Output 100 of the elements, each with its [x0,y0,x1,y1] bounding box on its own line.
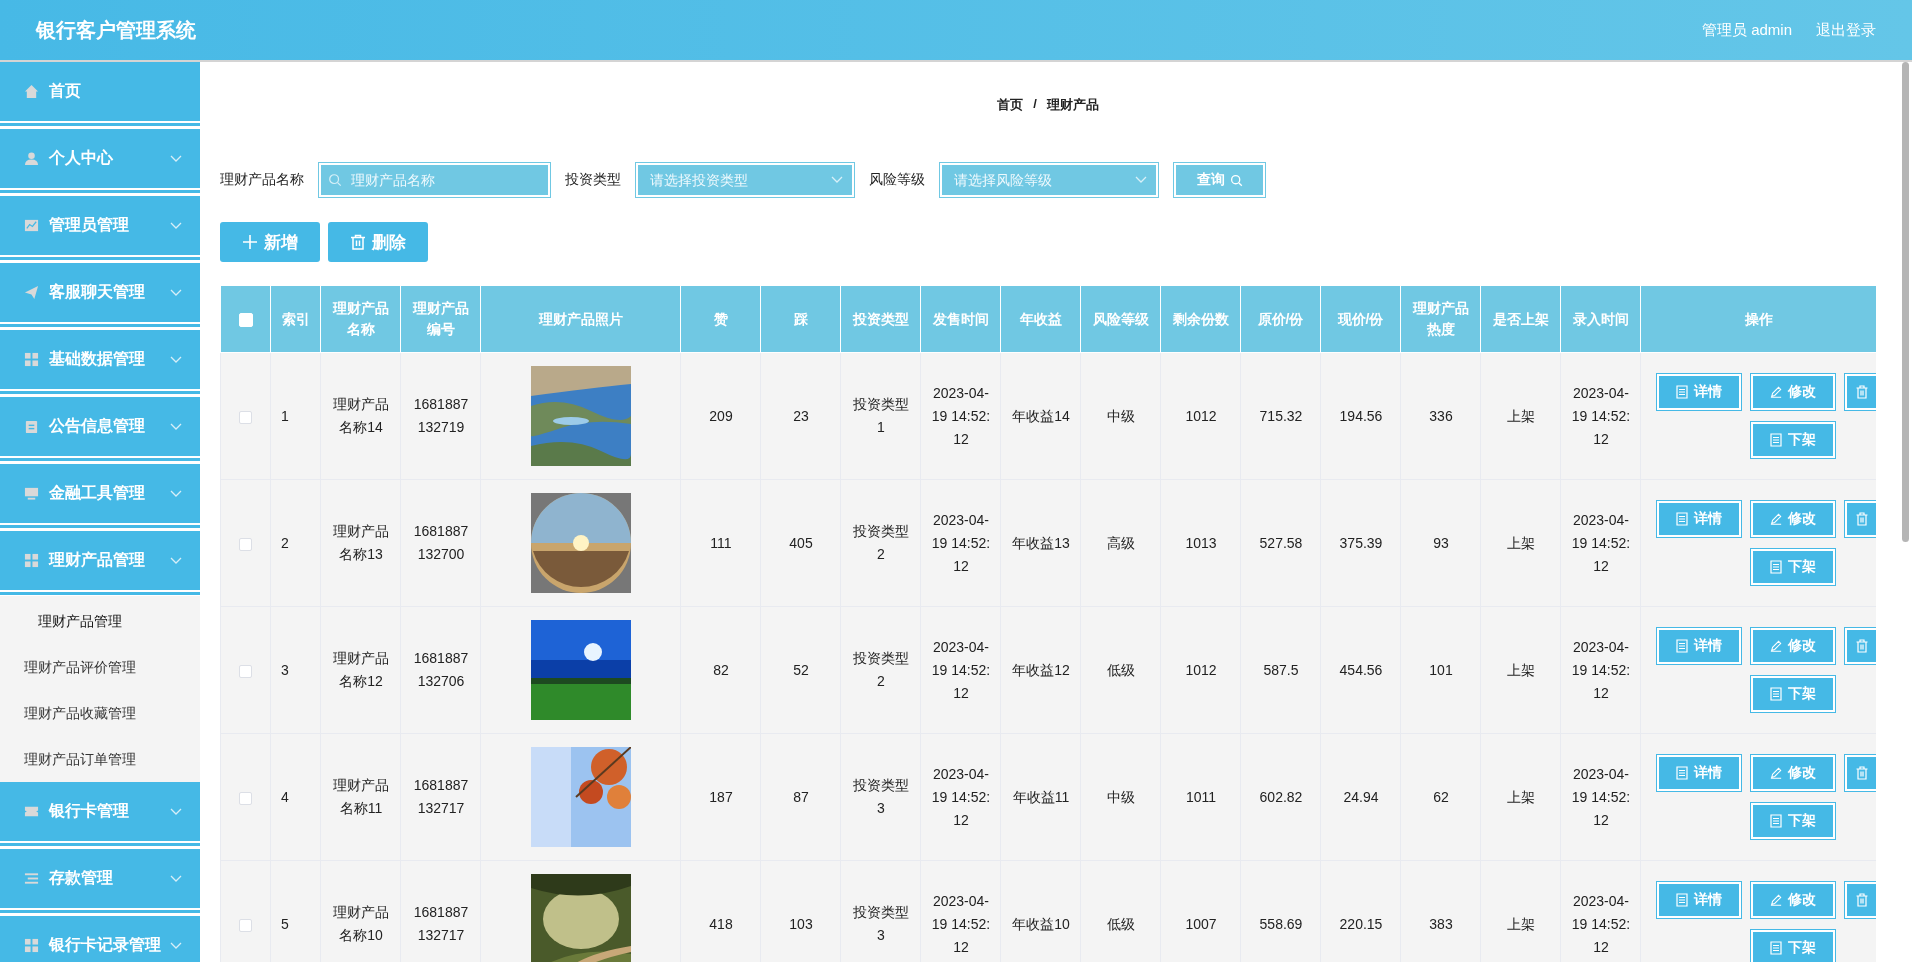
table-cell-text: 2023-04-19 14:52:12 [1571,637,1631,703]
table-cell-text: 62 [1432,787,1450,807]
details-button[interactable]: 详情 [1657,501,1741,537]
sidebar-item[interactable]: 基础数据管理 [0,330,200,389]
table-cell-text: 23 [792,406,810,426]
unlist-button[interactable]: 下架 [1751,422,1835,458]
table-cell-text: 投资类型2 [852,522,910,564]
sidebar-item[interactable]: 银行卡记录管理 [0,916,200,962]
submenu-item[interactable]: 理财产品收藏管理 [0,690,200,736]
table-cell-text: 1011 [1184,787,1218,807]
chevron-down-icon [170,355,182,364]
search-icon [1229,173,1243,187]
submenu-item[interactable]: 理财产品订单管理 [0,736,200,782]
plus-icon [242,234,258,250]
table-cell-text: 2 [281,533,290,553]
table-cell-text: 理财产品名称10 [332,903,390,945]
submenu-item[interactable]: 理财产品评价管理 [0,644,200,690]
edit-button[interactable]: 修改 [1751,374,1835,410]
sidebar-item[interactable]: 首页 [0,62,200,121]
select-all-checkbox[interactable] [238,312,253,327]
table-cell-text: 1681887132706 [412,649,470,691]
breadcrumb-link[interactable]: 首页 [997,96,1024,114]
table-cell-text: 1 [281,406,290,426]
grid-icon [24,352,39,367]
add-button[interactable]: 新增 [220,222,320,262]
table-cell-text: 93 [1432,533,1450,553]
table-cell-text: 82 [712,660,730,680]
table-cell-text: 24.94 [1342,787,1380,807]
table-cell-text: 111 [709,533,733,553]
select-field[interactable]: 请选择投资类型 [635,162,855,198]
unlist-button[interactable]: 下架 [1751,549,1835,585]
document-icon [1676,766,1688,780]
edit-button[interactable]: 修改 [1751,628,1835,664]
details-button[interactable]: 详情 [1657,628,1741,664]
table-cell-text: 383 [1428,914,1454,934]
breadcrumb-link[interactable]: 理财产品 [1046,96,1099,114]
chevron-down-icon [170,874,182,883]
unlist-button[interactable]: 下架 [1751,676,1835,712]
delete-button[interactable] [1845,628,1876,664]
table-cell-text: 低级 [1106,914,1136,934]
document-icon [1770,814,1782,828]
scrollbar-thumb[interactable] [1902,62,1909,542]
table-cell-text: 1013 [1184,533,1218,553]
table-cell-text: 年收益13 [1011,533,1071,553]
logout-link[interactable]: 退出登录 [1816,20,1876,40]
table-cell-text: 101 [1428,660,1454,680]
row-checkbox[interactable] [239,918,252,932]
sidebar-item[interactable]: 存款管理 [0,849,200,908]
unlist-button[interactable]: 下架 [1751,930,1835,962]
table-cell-text: 投资类型2 [852,649,910,691]
field-label: 理财产品名称 [220,171,304,189]
delete-button[interactable] [1845,755,1876,791]
chevron-down-icon [170,556,182,565]
delete-button[interactable]: 删除 [328,222,428,262]
row-checkbox[interactable] [239,410,252,424]
table-cell-text: 上架 [1506,533,1536,553]
column-header: 理财产品热度 [1412,300,1469,337]
details-button[interactable]: 详情 [1657,374,1741,410]
sidebar-item[interactable]: 管理员管理 [0,196,200,255]
search-field[interactable]: 理财产品名称 [318,162,551,198]
row-checkbox[interactable] [239,664,252,678]
column-header: 投资类型 [852,310,909,327]
row-checkbox[interactable] [239,537,252,551]
unlist-button[interactable]: 下架 [1751,803,1835,839]
table-cell-text: 2023-04-19 14:52:12 [1571,764,1631,830]
table-cell-text: 投资类型1 [852,395,910,437]
delete-button[interactable] [1845,882,1876,918]
table-cell-text: 理财产品名称12 [332,649,390,691]
edit-button[interactable]: 修改 [1751,501,1835,537]
search-button[interactable]: 查询 [1173,162,1266,198]
trash-icon [350,234,366,250]
delete-button[interactable] [1845,501,1876,537]
column-header: 风险等级 [1092,310,1149,327]
details-button[interactable]: 详情 [1657,882,1741,918]
sidebar-item[interactable]: 公告信息管理 [0,397,200,456]
delete-button[interactable] [1845,374,1876,410]
document-icon [1676,512,1688,526]
submenu-item[interactable]: 理财产品管理 [14,598,200,644]
table-cell-text: 454.56 [1338,660,1384,680]
column-header: 理财产品编号 [412,300,469,337]
table-cell-text: 336 [1428,406,1454,426]
sidebar-item[interactable]: 理财产品管理 [0,531,200,590]
table-cell-text: 418 [708,914,734,934]
grid-icon [24,553,39,568]
edit-button[interactable]: 修改 [1751,755,1835,791]
sidebar-item[interactable]: 个人中心 [0,129,200,188]
table-cell-text: 587.5 [1262,660,1300,680]
details-button[interactable]: 详情 [1657,755,1741,791]
table-cell-text: 上架 [1506,406,1536,426]
row-checkbox[interactable] [239,791,252,805]
column-header: 年收益 [1019,310,1062,327]
sidebar-item[interactable]: 银行卡管理 [0,782,200,841]
table-cell-text: 理财产品名称14 [332,395,390,437]
sidebar-item[interactable]: 金融工具管理 [0,464,200,523]
trash-icon [1856,385,1868,399]
select-field[interactable]: 请选择风险等级 [939,162,1159,198]
table-cell-text: 103 [788,914,814,934]
edit-button[interactable]: 修改 [1751,882,1835,918]
sidebar-item[interactable]: 客服聊天管理 [0,263,200,322]
table-cell-text: 405 [788,533,814,553]
